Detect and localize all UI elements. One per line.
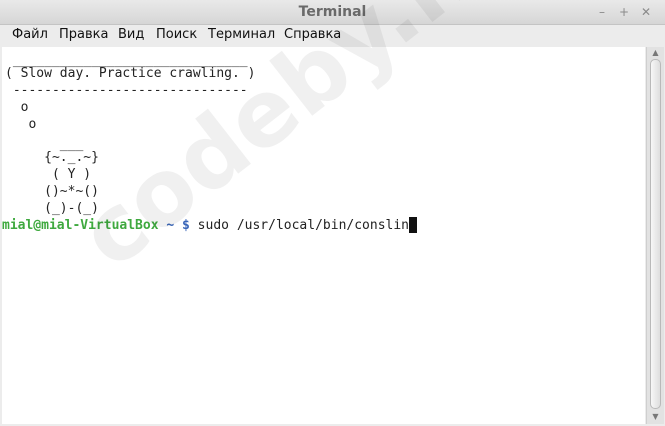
- scroll-up-icon[interactable]: ▲: [647, 47, 664, 59]
- output-line: ()~*~(): [5, 184, 99, 199]
- output-line: ( Slow day. Practice crawling. ): [5, 66, 256, 81]
- scroll-down-icon[interactable]: ▼: [647, 411, 664, 423]
- window-title: Terminal: [298, 4, 367, 20]
- output-line: {~._.~}: [5, 150, 99, 165]
- output-line: ( Y ): [5, 167, 92, 182]
- command-text: sudo /usr/local/bin/conslin: [189, 218, 410, 233]
- prompt-line: mial@mial-VirtualBox ~ $ sudo /usr/local…: [2, 217, 418, 234]
- maximize-icon[interactable]: +: [616, 4, 632, 20]
- text-cursor: [409, 217, 418, 233]
- menu-help[interactable]: Справка: [284, 27, 341, 42]
- minimize-icon[interactable]: –: [594, 4, 610, 20]
- terminal-output[interactable]: ______________________________ ( Slow da…: [2, 47, 645, 424]
- output-line: ------------------------------: [5, 83, 248, 98]
- output-line: o: [5, 117, 37, 132]
- scrollbar-thumb[interactable]: [650, 59, 661, 409]
- title-bar[interactable]: Terminal – + ✕: [0, 0, 665, 25]
- menu-search[interactable]: Поиск: [156, 27, 197, 42]
- menu-bar: Файл Правка Вид Поиск Терминал Справка: [0, 25, 665, 46]
- menu-view[interactable]: Вид: [118, 27, 144, 42]
- menu-edit[interactable]: Правка: [59, 27, 108, 42]
- menu-terminal[interactable]: Терминал: [208, 27, 275, 42]
- output-line: (_)-(_): [5, 201, 99, 216]
- menu-file[interactable]: Файл: [12, 27, 48, 42]
- terminal-window: Terminal – + ✕ Файл Правка Вид Поиск Тер…: [0, 0, 665, 426]
- prompt-user: mial@mial-VirtualBox: [2, 218, 159, 233]
- prompt-path: ~ $: [166, 218, 190, 233]
- scrollbar[interactable]: ▲ ▼: [646, 47, 664, 424]
- output-line: o: [5, 100, 29, 115]
- close-icon[interactable]: ✕: [638, 4, 654, 20]
